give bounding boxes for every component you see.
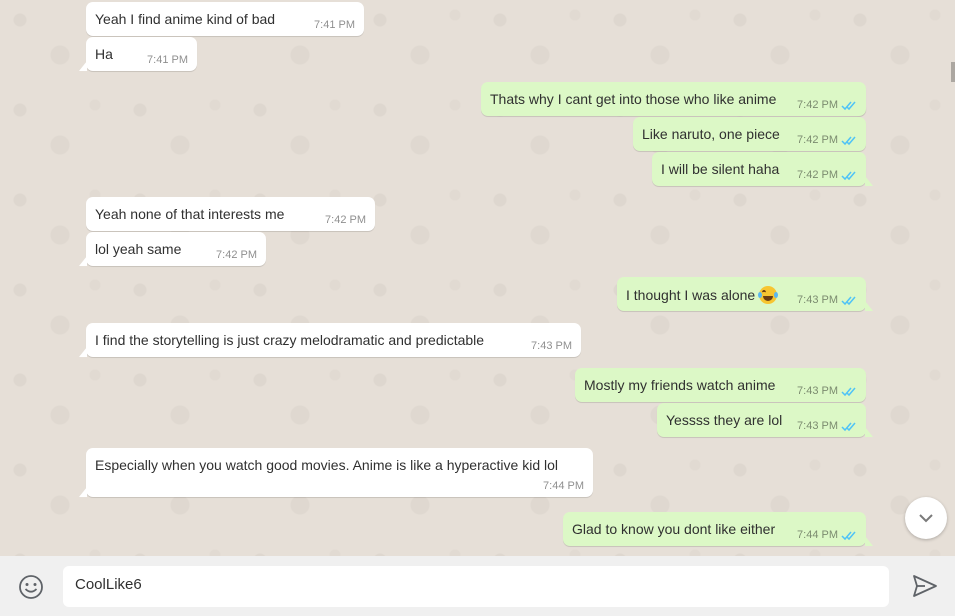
laughing-emoji-icon <box>758 286 779 304</box>
message-time: 7:42 PM <box>797 99 838 111</box>
message-outgoing[interactable]: Yessss they are lol 7:43 PM <box>657 403 873 437</box>
message-time: 7:41 PM <box>314 19 355 31</box>
message-outgoing[interactable]: Like naruto, one piece 7:42 PM <box>633 117 866 151</box>
message-outgoing[interactable]: I thought I was alone 7:43 PM <box>617 277 873 311</box>
message-time: 7:43 PM <box>797 420 838 432</box>
message-meta: 7:43 PM <box>797 294 857 306</box>
message-meta: 7:42 PM <box>797 134 857 146</box>
message-time: 7:44 PM <box>797 529 838 541</box>
message-incoming[interactable]: Yeah none of that interests me 7:42 PM <box>86 197 375 231</box>
message-text: Yeah I find anime kind of bad <box>95 11 276 27</box>
message-meta: 7:42 PM <box>797 169 857 181</box>
double-check-icon <box>841 170 857 181</box>
message-time: 7:44 PM <box>543 480 584 492</box>
message-incoming[interactable]: Ha 7:41 PM <box>79 37 197 71</box>
message-text: I thought I was alone <box>626 287 756 303</box>
message-incoming[interactable]: Especially when you watch good movies. A… <box>79 448 593 497</box>
message-text: Ha <box>95 46 113 62</box>
message-text: Yessss they are lol <box>666 412 783 428</box>
message-text: I find the storytelling is just crazy me… <box>95 332 485 348</box>
double-check-icon <box>841 295 857 306</box>
message-incoming[interactable]: Yeah I find anime kind of bad 7:41 PM <box>86 2 364 36</box>
message-incoming[interactable]: I find the storytelling is just crazy me… <box>79 323 581 357</box>
message-outgoing[interactable]: Glad to know you dont like either 7:44 P… <box>563 512 873 546</box>
message-text: lol yeah same <box>95 241 182 257</box>
chevron-down-icon <box>919 514 933 523</box>
message-meta: 7:42 PM <box>797 99 857 111</box>
message-text: Thats why I cant get into those who like… <box>490 91 777 107</box>
send-icon <box>913 575 937 597</box>
message-time: 7:43 PM <box>531 340 572 352</box>
scroll-to-bottom-button[interactable] <box>905 497 947 539</box>
message-time: 7:42 PM <box>325 214 366 226</box>
message-text: Like naruto, one piece <box>642 126 780 142</box>
double-check-icon <box>841 386 857 397</box>
smiley-icon <box>19 575 43 599</box>
message-outgoing[interactable]: Thats why I cant get into those who like… <box>481 82 866 116</box>
message-outgoing[interactable]: Mostly my friends watch anime 7:43 PM <box>575 368 866 402</box>
message-incoming[interactable]: lol yeah same 7:42 PM <box>79 232 266 266</box>
message-text-with-emoji: I thought I was alone <box>626 286 779 304</box>
send-button[interactable] <box>912 574 940 600</box>
scrollbar-thumb[interactable] <box>951 62 955 82</box>
message-text: Mostly my friends watch anime <box>584 377 776 393</box>
chat-pane[interactable]: Yeah I find anime kind of bad 7:41 PM Ha… <box>0 0 955 556</box>
message-text: Yeah none of that interests me <box>95 206 285 222</box>
double-check-icon <box>841 421 857 432</box>
double-check-icon <box>841 135 857 146</box>
message-time: 7:42 PM <box>797 169 838 181</box>
message-time: 7:43 PM <box>797 385 838 397</box>
double-check-icon <box>841 530 857 541</box>
message-text: Especially when you watch good movies. A… <box>95 457 559 473</box>
message-input[interactable]: CoolLike6 <box>63 566 889 607</box>
message-time: 7:42 PM <box>216 249 257 261</box>
message-text: Glad to know you dont like either <box>572 521 776 537</box>
composer-bar: CoolLike6 <box>0 556 955 616</box>
double-check-icon <box>841 100 857 111</box>
message-meta: 7:44 PM <box>797 529 857 541</box>
message-time: 7:43 PM <box>797 294 838 306</box>
message-meta: 7:43 PM <box>797 420 857 432</box>
message-text: I will be silent haha <box>661 161 780 177</box>
message-meta: 7:43 PM <box>797 385 857 397</box>
emoji-button[interactable] <box>18 574 44 600</box>
message-time: 7:41 PM <box>147 54 188 66</box>
message-time: 7:42 PM <box>797 134 838 146</box>
message-outgoing[interactable]: I will be silent haha 7:42 PM <box>652 152 873 186</box>
